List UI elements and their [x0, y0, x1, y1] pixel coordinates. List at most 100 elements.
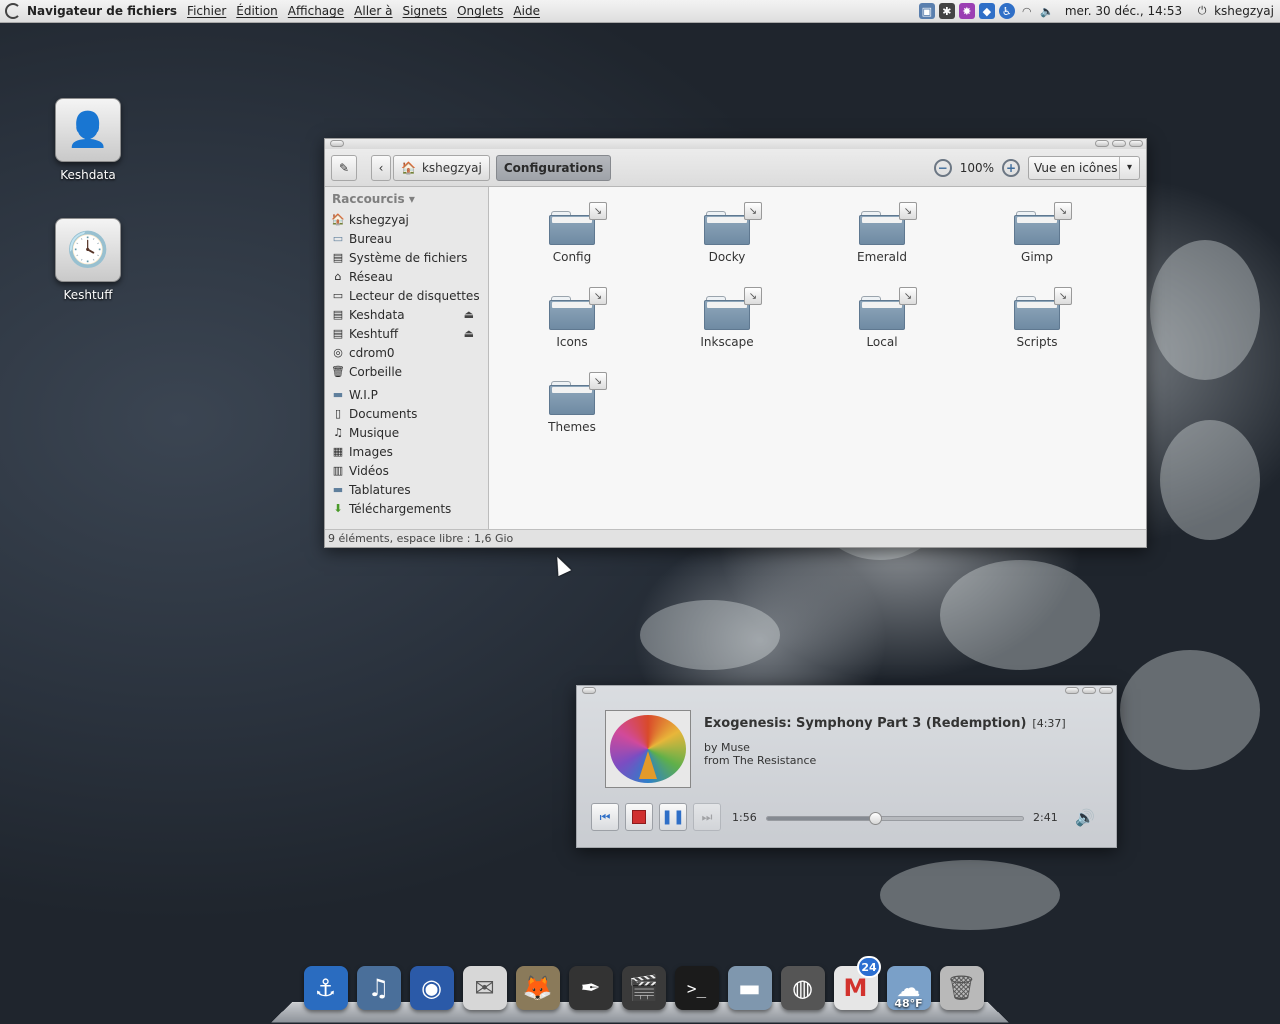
folder-config[interactable]: ↘ Config	[517, 202, 627, 264]
desktop-icon-keshdata[interactable]: 👤 Keshdata	[38, 98, 138, 182]
menu-aller-a[interactable]: Aller à	[354, 4, 392, 18]
back-button[interactable]: ‹	[371, 154, 391, 181]
display-icon[interactable]: ▣	[918, 3, 935, 19]
dock-item-web-browser[interactable]: ◉	[406, 964, 457, 1012]
maximize-button[interactable]	[1112, 140, 1126, 147]
next-button[interactable]: ⏭	[693, 803, 721, 831]
volume-icon[interactable]: 🔊	[1075, 808, 1095, 827]
menu-onglets[interactable]: Onglets	[457, 4, 503, 18]
path-button-current[interactable]: Configurations	[495, 154, 612, 181]
dock-item-file-manager[interactable]: ▬	[724, 964, 775, 1012]
sidebar-item-w-i-p[interactable]: ▬ W.I.P	[331, 385, 488, 404]
dock-item-terminal[interactable]: >_	[671, 964, 722, 1012]
view-mode-select[interactable]: Vue en icônes ▾	[1028, 155, 1140, 180]
dock-item-music-player[interactable]: ♫	[353, 964, 404, 1012]
menu-signets[interactable]: Signets	[403, 4, 448, 18]
seek-bar[interactable]	[766, 812, 1024, 825]
music-player-window: Exogenesis: Symphony Part 3 (Redemption)…	[576, 685, 1117, 848]
folder-scripts[interactable]: ↘ Scripts	[982, 287, 1092, 349]
wifi-icon[interactable]: ◠	[1019, 3, 1035, 19]
sidebar-item-keshdata[interactable]: ▤ Keshdata ⏏	[331, 305, 488, 324]
maximize-button[interactable]	[1082, 687, 1096, 694]
desktop-icon: ▭	[332, 232, 344, 245]
folder-icon: ↘	[859, 202, 917, 245]
sidebar-item-musique[interactable]: ♫ Musique	[331, 423, 488, 442]
fan-icon[interactable]: ✱	[938, 3, 955, 19]
window-titlebar[interactable]	[577, 686, 1116, 696]
folder-docky[interactable]: ↘ Docky	[672, 202, 782, 264]
minimize-button[interactable]	[1095, 140, 1109, 147]
dock-item-video-editor[interactable]: 🎬	[618, 964, 669, 1012]
folder-local[interactable]: ↘ Local	[827, 287, 937, 349]
close-button[interactable]	[1099, 687, 1113, 694]
window-menu-button[interactable]	[330, 140, 344, 147]
sidebar-item-images[interactable]: ▦ Images	[331, 442, 488, 461]
dock-item-trash[interactable]: 🗑	[936, 964, 987, 1012]
seek-handle[interactable]	[868, 812, 882, 825]
sidebar-item-label: Lecteur de disquettes	[349, 288, 480, 303]
zoom-out-icon[interactable]: −	[933, 158, 952, 177]
sidebar-item-bureau[interactable]: ▭ Bureau	[331, 229, 488, 248]
sidebar-item-corbeille[interactable]: 🗑 Corbeille	[331, 362, 488, 381]
track-title: Exogenesis: Symphony Part 3 (Redemption)…	[704, 716, 1066, 731]
drive-icon: ▤	[332, 327, 344, 340]
desktop-icon-keshtuff[interactable]: 🕓 Keshtuff	[38, 218, 138, 302]
eject-icon[interactable]: ⏏	[464, 327, 474, 340]
sidebar-item-tablatures[interactable]: ▬ Tablatures	[331, 480, 488, 499]
sidebar-item-t-l-chargements[interactable]: ⬇ Téléchargements	[331, 499, 488, 518]
accessibility-icon[interactable]: ♿	[998, 3, 1015, 19]
folder-emerald[interactable]: ↘ Emerald	[827, 202, 937, 264]
window-menu-button[interactable]	[582, 687, 596, 694]
sidebar-item-syst-me-de-fichiers[interactable]: ▤ Système de fichiers	[331, 248, 488, 267]
previous-button[interactable]: ⏮	[591, 803, 619, 831]
dock-item-anchor-app[interactable]: ⚓	[300, 964, 351, 1012]
dock-item-weather[interactable]: ☁ 48°F	[883, 964, 934, 1012]
volume-icon[interactable]: 🔈	[1039, 3, 1055, 19]
sidebar-item-kshegzyaj[interactable]: 🏠 kshegzyaj	[331, 210, 488, 229]
dock-item-gmail[interactable]: M 24	[830, 956, 881, 1012]
home-icon: 🏠	[401, 160, 416, 175]
sidebar-item-cdrom0[interactable]: ◎ cdrom0	[331, 343, 488, 362]
power-icon[interactable]: ⏻	[1194, 3, 1210, 19]
window-titlebar[interactable]	[325, 139, 1146, 149]
track-duration: [4:37]	[1032, 717, 1066, 730]
menu-affichage[interactable]: Affichage	[288, 4, 344, 18]
folder-icons[interactable]: ↘ Icons	[517, 287, 627, 349]
username[interactable]: kshegzyaj	[1214, 4, 1274, 18]
clock[interactable]: mer. 30 déc., 14:53	[1065, 4, 1182, 18]
close-button[interactable]	[1129, 140, 1143, 147]
menu-edition[interactable]: Édition	[236, 4, 278, 18]
sidebar-item-label: Musique	[349, 425, 400, 440]
dock-item-gimp[interactable]: 🦊	[512, 964, 563, 1012]
dock-item-mail-clock[interactable]: ✉	[459, 964, 510, 1012]
path-button-home[interactable]: 🏠 kshegzyaj	[393, 154, 490, 181]
eject-icon[interactable]: ⏏	[464, 308, 474, 321]
folder-gimp[interactable]: ↘ Gimp	[982, 202, 1092, 264]
minimize-button[interactable]	[1065, 687, 1079, 694]
cdrom-icon: ◎	[333, 346, 343, 359]
sidebar-header[interactable]: Raccourcis ▾	[332, 192, 488, 206]
pause-button[interactable]: ❚❚	[659, 803, 687, 831]
menu-fichier[interactable]: Fichier	[187, 4, 226, 18]
dock-item-speaker[interactable]: ◍	[777, 964, 828, 1012]
sidebar-item-label: kshegzyaj	[349, 212, 409, 227]
edit-location-button[interactable]: ✎	[331, 154, 357, 181]
menu-aide[interactable]: Aide	[513, 4, 540, 18]
sidebar-item-lecteur-de-disquettes[interactable]: ▭ Lecteur de disquettes	[331, 286, 488, 305]
sidebar-item-r-seau[interactable]: ⌂ Réseau	[331, 267, 488, 286]
zoom-in-icon[interactable]: +	[1002, 158, 1020, 177]
sidebar-item-vid-os[interactable]: ▥ Vidéos	[331, 461, 488, 480]
dock-item-inkscape[interactable]: ✒	[565, 964, 616, 1012]
settings-gear-icon[interactable]: ✸	[958, 3, 975, 19]
folder-themes[interactable]: ↘ Themes	[517, 372, 627, 434]
stop-button[interactable]	[625, 803, 653, 831]
folder-inkscape[interactable]: ↘ Inkscape	[672, 287, 782, 349]
folder-label: Emerald	[857, 250, 907, 264]
blue-app-icon[interactable]: ◆	[978, 3, 995, 19]
folder-icon: ↘	[549, 287, 607, 330]
chevron-down-icon: ▾	[1119, 156, 1139, 179]
icon-view[interactable]: ↘ Config ↘ Docky ↘ Emerald ↘ Gimp ↘ Icons ↘ Inkscap…	[489, 187, 1146, 529]
sidebar-item-documents[interactable]: ▯ Documents	[331, 404, 488, 423]
sidebar-item-keshtuff[interactable]: ▤ Keshtuff ⏏	[331, 324, 488, 343]
app-logo-icon[interactable]	[5, 3, 21, 19]
